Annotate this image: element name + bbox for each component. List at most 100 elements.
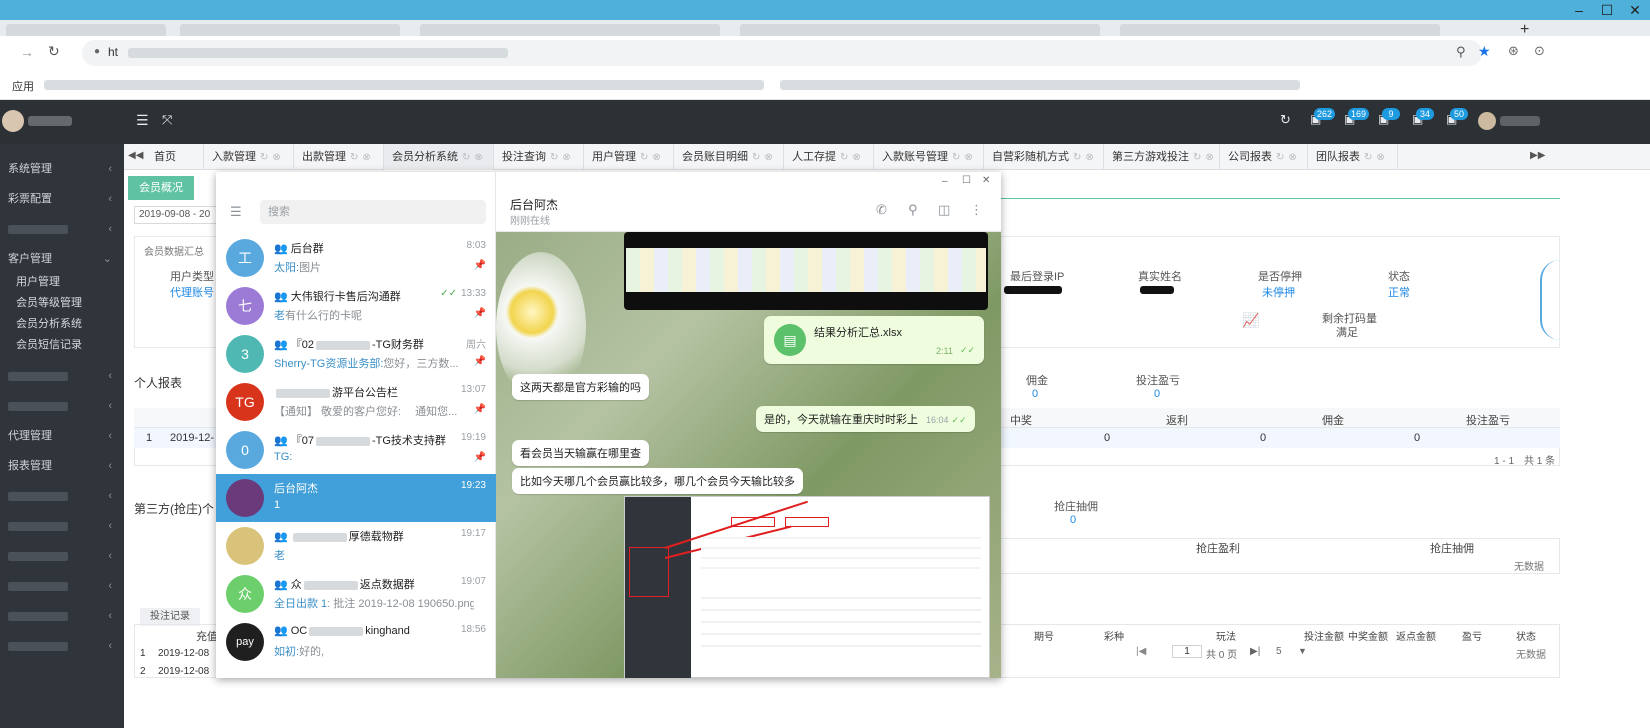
- sidebar-item[interactable]: ‹: [0, 631, 124, 661]
- tab-close-icon[interactable]: ⊗: [764, 152, 772, 163]
- close-window-button[interactable]: ✕: [1622, 2, 1648, 20]
- tab-close-icon[interactable]: ⊗: [362, 152, 370, 163]
- chat-list-item[interactable]: 工 👥 后台群 太阳:图片 8:03 📌: [216, 234, 496, 282]
- tab-refresh-icon[interactable]: ↻: [1276, 152, 1284, 163]
- new-tab-icon[interactable]: +: [1520, 22, 1532, 38]
- chat-list-item[interactable]: 0 👥 『07 -TG技术支持群 TG: 19:19 📌: [216, 426, 496, 474]
- search-input[interactable]: 搜索: [260, 200, 486, 224]
- tab-refresh-icon[interactable]: ↻: [840, 152, 848, 163]
- tab-refresh-icon[interactable]: ↻: [462, 152, 470, 163]
- tab-refresh-icon[interactable]: ↻: [260, 152, 268, 163]
- sidebar-item[interactable]: ‹: [0, 391, 124, 421]
- chat-list-item[interactable]: 3 👥 『02 -TG财务群 Sherry-TG资源业务部:您好，三方数... 周六 📌: [216, 330, 496, 378]
- page-tab[interactable]: 公司报表 ↻ ⊗: [1220, 144, 1308, 170]
- page-tab[interactable]: 首页: [146, 144, 204, 170]
- tab-close-icon[interactable]: ⊗: [652, 152, 660, 163]
- extension-icon[interactable]: ⊛: [1508, 43, 1519, 59]
- refresh-icon[interactable]: ↻: [1280, 112, 1291, 128]
- tab-close-icon[interactable]: ⊗: [852, 152, 860, 163]
- file-message[interactable]: ▤ 结果分析汇总.xlsx 2:11 ✓✓: [764, 316, 984, 364]
- search-icon[interactable]: ⚲: [908, 202, 918, 218]
- sidebar-item[interactable]: ‹: [0, 601, 124, 631]
- page-tab[interactable]: 团队报表 ↻ ⊗: [1308, 144, 1398, 170]
- user-avatar[interactable]: [1478, 112, 1496, 130]
- file-name[interactable]: 结果分析汇总.xlsx: [814, 324, 902, 340]
- profile-icon[interactable]: ⊙: [1534, 43, 1545, 59]
- zoom-icon[interactable]: ⚲: [1456, 44, 1466, 60]
- date-range-input[interactable]: 2019-09-08 - 20: [134, 206, 220, 224]
- admin-avatar[interactable]: [2, 110, 24, 132]
- tab-close-icon[interactable]: ⊗: [1205, 152, 1213, 163]
- tab-refresh-icon[interactable]: ↻: [350, 152, 358, 163]
- sidebar-toggle-icon[interactable]: ◫: [938, 202, 950, 218]
- page-input[interactable]: 1: [1172, 645, 1202, 658]
- member-overview-tab[interactable]: 会员概况: [128, 176, 194, 200]
- chat-list-item[interactable]: 👥 厚德载物群老 19:17: [216, 522, 496, 570]
- chat-message[interactable]: 看会员当天输赢在哪里查: [512, 440, 649, 466]
- screenshot-image[interactable]: [624, 496, 990, 678]
- tab-close-icon[interactable]: ⊗: [562, 152, 570, 163]
- forward-icon[interactable]: →: [20, 44, 34, 60]
- page-tab[interactable]: 投注查询 ↻ ⊗: [494, 144, 584, 170]
- chat-message[interactable]: 比如今天哪几个会员赢比较多，哪几个会员今天输比较多: [512, 468, 803, 494]
- sidebar-item[interactable]: ‹: [0, 571, 124, 601]
- sidebar-item[interactable]: ‹: [0, 361, 124, 391]
- chat-message[interactable]: 这两天都是官方彩输的吗: [512, 374, 649, 400]
- page-tab[interactable]: 入款账号管理 ↻ ⊗: [874, 144, 984, 170]
- tab-refresh-icon[interactable]: ↻: [550, 152, 558, 163]
- sidebar-item[interactable]: 客户管理 ⌄: [0, 244, 124, 274]
- sidebar-item[interactable]: 彩票配置 ‹: [0, 184, 124, 214]
- sidebar-item[interactable]: 代理管理 ‹: [0, 421, 124, 451]
- page-tab[interactable]: 人工存提 ↻ ⊗: [784, 144, 874, 170]
- chat-message[interactable]: 是的，今天就输在重庆时时彩上 16:04 ✓✓: [756, 406, 975, 432]
- hamburger-icon[interactable]: ☰: [230, 204, 242, 220]
- pager-prev-icon[interactable]: |◀: [1136, 646, 1146, 657]
- sidebar-item[interactable]: ‹: [0, 511, 124, 541]
- bet-row-date[interactable]: 2019-12-08: [158, 666, 209, 677]
- tab-close-icon[interactable]: ⊗: [1085, 152, 1093, 163]
- bet-row-date[interactable]: 2019-12-08: [158, 648, 209, 659]
- page-tab[interactable]: 会员账目明细 ↻ ⊗: [674, 144, 784, 170]
- tab-refresh-icon[interactable]: ↻: [1193, 152, 1201, 163]
- tabs-scroll-left-icon[interactable]: ◀◀: [128, 150, 143, 161]
- menu-toggle-icon[interactable]: ☰: [136, 112, 149, 129]
- tab-close-icon[interactable]: ⊗: [964, 152, 972, 163]
- page-tab[interactable]: 出款管理 ↻ ⊗: [294, 144, 384, 170]
- page-tab[interactable]: 第三方游戏投注 ↻ ⊗: [1104, 144, 1220, 170]
- sidebar-item[interactable]: ‹: [0, 214, 124, 244]
- reload-icon[interactable]: ↻: [48, 43, 60, 60]
- apps-bookmark[interactable]: 应用: [12, 78, 34, 94]
- tab-close-icon[interactable]: ⊗: [1288, 152, 1296, 163]
- tg-close-button[interactable]: ✕: [982, 175, 990, 186]
- tab-close-icon[interactable]: ⊗: [1376, 152, 1384, 163]
- tab-refresh-icon[interactable]: ↻: [952, 152, 960, 163]
- tg-maximize-button[interactable]: ☐: [962, 175, 971, 186]
- chat-list-item[interactable]: pay 👥 OC kinghand 如初:好的, 18:56: [216, 618, 496, 666]
- tab-refresh-icon[interactable]: ↻: [1073, 152, 1081, 163]
- chat-list-item[interactable]: 众 👥 众返点数据群 全日出款 1: 批注 2019-12-08 190650.png…: [216, 570, 496, 618]
- page-tab[interactable]: 自营彩随机方式 ↻ ⊗: [984, 144, 1104, 170]
- sidebar-item[interactable]: 系统管理 ‹: [0, 154, 124, 184]
- chevron-down-icon[interactable]: ▼: [1298, 646, 1307, 656]
- tab-close-icon[interactable]: ⊗: [474, 152, 482, 163]
- more-icon[interactable]: ⋮: [970, 202, 983, 218]
- page-tab[interactable]: 会员分析系统 ↻ ⊗: [384, 144, 494, 170]
- chat-list-item[interactable]: 后台阿杰 1 19:23: [216, 474, 496, 522]
- sidebar-item[interactable]: ‹: [0, 541, 124, 571]
- address-text[interactable]: ht: [108, 45, 118, 59]
- sidebar-subitem[interactable]: 会员分析系统: [0, 314, 124, 335]
- sidebar-item[interactable]: ‹: [0, 481, 124, 511]
- tab-refresh-icon[interactable]: ↻: [1364, 152, 1372, 163]
- fullscreen-icon[interactable]: ⤧: [162, 112, 172, 128]
- page-tab[interactable]: 用户管理 ↻ ⊗: [584, 144, 674, 170]
- tab-refresh-icon[interactable]: ↻: [640, 152, 648, 163]
- page-tab[interactable]: 入款管理 ↻ ⊗: [204, 144, 294, 170]
- tg-minimize-button[interactable]: –: [942, 176, 948, 187]
- minimize-window-button[interactable]: –: [1566, 2, 1592, 20]
- pager-next-icon[interactable]: ▶|: [1250, 646, 1260, 657]
- phone-icon[interactable]: ✆: [876, 202, 887, 218]
- tab-refresh-icon[interactable]: ↻: [752, 152, 760, 163]
- chat-list-item[interactable]: TG 游平台公告栏 【通知】 敬爱的客户您好: 通知您... 13:07 📌: [216, 378, 496, 426]
- spreadsheet-image[interactable]: [624, 232, 988, 310]
- maximize-window-button[interactable]: ☐: [1594, 2, 1620, 20]
